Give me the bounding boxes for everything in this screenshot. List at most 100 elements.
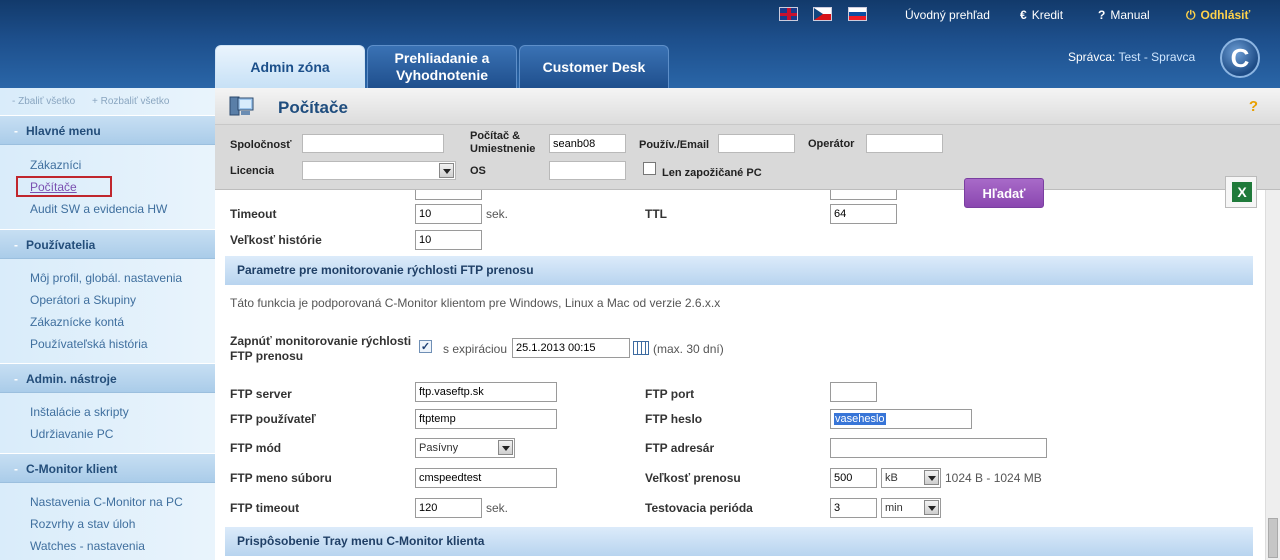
sidebar-section-label: Používatelia	[26, 238, 96, 252]
pc-location-input[interactable]	[549, 134, 626, 153]
chevron-down-icon[interactable]	[924, 500, 939, 515]
credit-label: Kredit	[1031, 8, 1064, 22]
expiration-max-note: (max. 30 dní)	[653, 342, 724, 356]
uk-flag-icon[interactable]	[779, 7, 798, 21]
power-icon: ⏻	[1186, 8, 1196, 22]
sidebar-item-installs[interactable]: Inštalácie a skripty	[30, 401, 215, 423]
sidebar-item-watches[interactable]: Watches - nastavenia	[30, 535, 215, 557]
ftp-mode-select[interactable]: Pasívny	[415, 438, 515, 458]
scrollbar[interactable]	[1265, 190, 1280, 560]
sidebar-item-customer-accounts[interactable]: Zákaznícke kontá	[30, 311, 215, 333]
ftp-server-input[interactable]: ftp.vaseftp.sk	[415, 382, 557, 402]
operator-input[interactable]	[866, 134, 943, 153]
expand-bar: - Zbaliť všetko + Rozbaliť všetko	[0, 88, 215, 115]
sidebar-section-c-monitor[interactable]: - C-Monitor klient	[0, 453, 215, 483]
pc-location-label: Počítač & Umiestnenie	[470, 130, 536, 155]
ftp-password-text: vaseheslo	[834, 413, 886, 425]
expiration-input[interactable]: 25.1.2013 00:15	[512, 338, 630, 358]
ftp-filename-input[interactable]: cmspeedtest	[415, 468, 557, 488]
page-title-bar: Počítače ?	[215, 88, 1280, 125]
cut-off-input[interactable]	[830, 190, 897, 200]
ftp-port-input[interactable]	[830, 382, 877, 402]
sidebar-item-customers[interactable]: Zákazníci	[30, 154, 215, 176]
ftp-timeout-input[interactable]: 120	[415, 498, 482, 518]
collapse-all-link[interactable]: - Zbaliť všetko	[12, 96, 75, 107]
history-size-input[interactable]: 10	[415, 230, 482, 250]
logout-link[interactable]: ⏻ Odhlásiť	[1186, 8, 1250, 23]
ftp-timeout-unit: sek.	[486, 501, 509, 515]
sidebar-section-label: Admin. nástroje	[26, 372, 117, 386]
tab-customer-desk[interactable]: Customer Desk	[519, 45, 669, 88]
sidebar-item-schedules[interactable]: Rozvrhy a stav úloh	[30, 513, 215, 535]
sidebar-section-label: C-Monitor klient	[26, 462, 118, 476]
ftp-password-input[interactable]: vaseheslo	[830, 409, 972, 429]
sidebar-item-operators[interactable]: Operátori a Skupiny	[30, 289, 215, 311]
logout-label: Odhlásiť	[1200, 8, 1251, 22]
ftp-mode-selected: Pasívny	[419, 442, 459, 454]
sidebar-item-user-history[interactable]: Používateľská história	[30, 333, 215, 355]
transfer-size-input[interactable]: 500	[830, 468, 877, 488]
ftp-filename-label: FTP meno súboru	[230, 471, 332, 485]
timeout-input[interactable]: 10	[415, 204, 482, 224]
sidebar-item-audit[interactable]: Audit SW a evidencia HW	[30, 198, 215, 220]
credit-link[interactable]: € Kredit	[1020, 8, 1063, 22]
ttl-label: TTL	[645, 207, 667, 221]
sidebar-section-users[interactable]: - Používatelia	[0, 229, 215, 259]
test-period-unit-selected: min	[885, 502, 903, 514]
ftp-port-label: FTP port	[645, 387, 695, 401]
sidebar-item-my-profile[interactable]: Môj profil, globál. nastavenia	[30, 267, 215, 289]
sidebar: - Zbaliť všetko + Rozbaliť všetko - Hlavn…	[0, 88, 215, 560]
test-period-input[interactable]: 3	[830, 498, 877, 518]
expand-all-link[interactable]: + Rozbaliť všetko	[92, 96, 169, 107]
timeout-label: Timeout	[230, 207, 277, 221]
enable-ftp-checkbox[interactable]: ✓	[419, 340, 432, 353]
ftp-user-input[interactable]: ftptemp	[415, 409, 557, 429]
sidebar-item-cmonitor-settings[interactable]: Nastavenia C-Monitor na PC	[30, 491, 215, 513]
sidebar-section-admin-tools[interactable]: - Admin. nástroje	[0, 363, 215, 393]
app-header: Úvodný prehľad € Kredit ? Manual ⏻ Odhlásiť…	[0, 0, 1280, 88]
loaned-pc-checkbox[interactable]	[643, 162, 656, 175]
c-monitor-logo: C	[1220, 38, 1260, 78]
cut-off-input[interactable]	[415, 190, 482, 200]
calendar-icon[interactable]	[633, 341, 649, 355]
company-label: Spoločnosť	[230, 139, 292, 151]
main-content: Počítače ? Spoločnosť Počítač & Umiestne…	[215, 88, 1280, 560]
admin-info: Správca: Test - Spravca	[1068, 50, 1195, 64]
scrollbar-thumb[interactable]	[1268, 518, 1278, 558]
manual-label: Manual	[1110, 8, 1150, 22]
ftp-section-header: Parametre pre monitorovanie rýchlosti FT…	[225, 256, 1253, 285]
chevron-down-icon[interactable]	[439, 163, 454, 178]
home-link[interactable]: Úvodný prehľad	[905, 8, 990, 22]
sidebar-item-maintenance[interactable]: Udržiavanie PC	[30, 423, 215, 445]
admin-name[interactable]: Test - Spravca	[1118, 50, 1195, 64]
cz-flag-icon[interactable]	[813, 7, 832, 21]
page-title: Počítače	[278, 98, 348, 117]
enable-ftp-label-1: Zapnúť monitorovanie rýchlosti	[230, 334, 412, 348]
transfer-size-label: Veľkosť prenosu	[645, 471, 741, 485]
sk-flag-icon[interactable]	[848, 7, 867, 21]
tab-review[interactable]: Prehliadanie a Vyhodnotenie	[367, 45, 517, 88]
sidebar-section-main[interactable]: - Hlavné menu	[0, 115, 215, 145]
user-email-label: Použív./Email	[639, 139, 710, 151]
top-bar: Úvodný prehľad € Kredit ? Manual ⏻ Odhlásiť	[0, 0, 1280, 30]
timeout-unit: sek.	[486, 207, 509, 221]
ftp-user-label: FTP používateľ	[230, 412, 316, 426]
admin-prefix: Správca:	[1068, 50, 1116, 64]
ftp-server-label: FTP server	[230, 387, 292, 401]
manual-link[interactable]: ? Manual	[1098, 8, 1150, 22]
ttl-input[interactable]: 64	[830, 204, 897, 224]
search-filters: Spoločnosť Počítač & Umiestnenie Použív.…	[215, 125, 1280, 208]
euro-icon: €	[1020, 8, 1027, 22]
ftp-dir-input[interactable]	[830, 438, 1047, 458]
test-period-unit-select[interactable]: min	[881, 498, 941, 518]
chevron-down-icon[interactable]	[498, 440, 513, 455]
license-select[interactable]	[302, 161, 456, 180]
user-email-input[interactable]	[718, 134, 795, 153]
os-input[interactable]	[549, 161, 626, 180]
help-icon[interactable]: ?	[1249, 98, 1258, 115]
company-input[interactable]	[302, 134, 444, 153]
ftp-support-note: Táto funkcia je podporovaná C-Monitor kl…	[230, 296, 721, 310]
tab-admin-zone[interactable]: Admin zóna	[215, 45, 365, 88]
chevron-down-icon[interactable]	[924, 470, 939, 485]
transfer-size-unit-select[interactable]: kB	[881, 468, 941, 488]
